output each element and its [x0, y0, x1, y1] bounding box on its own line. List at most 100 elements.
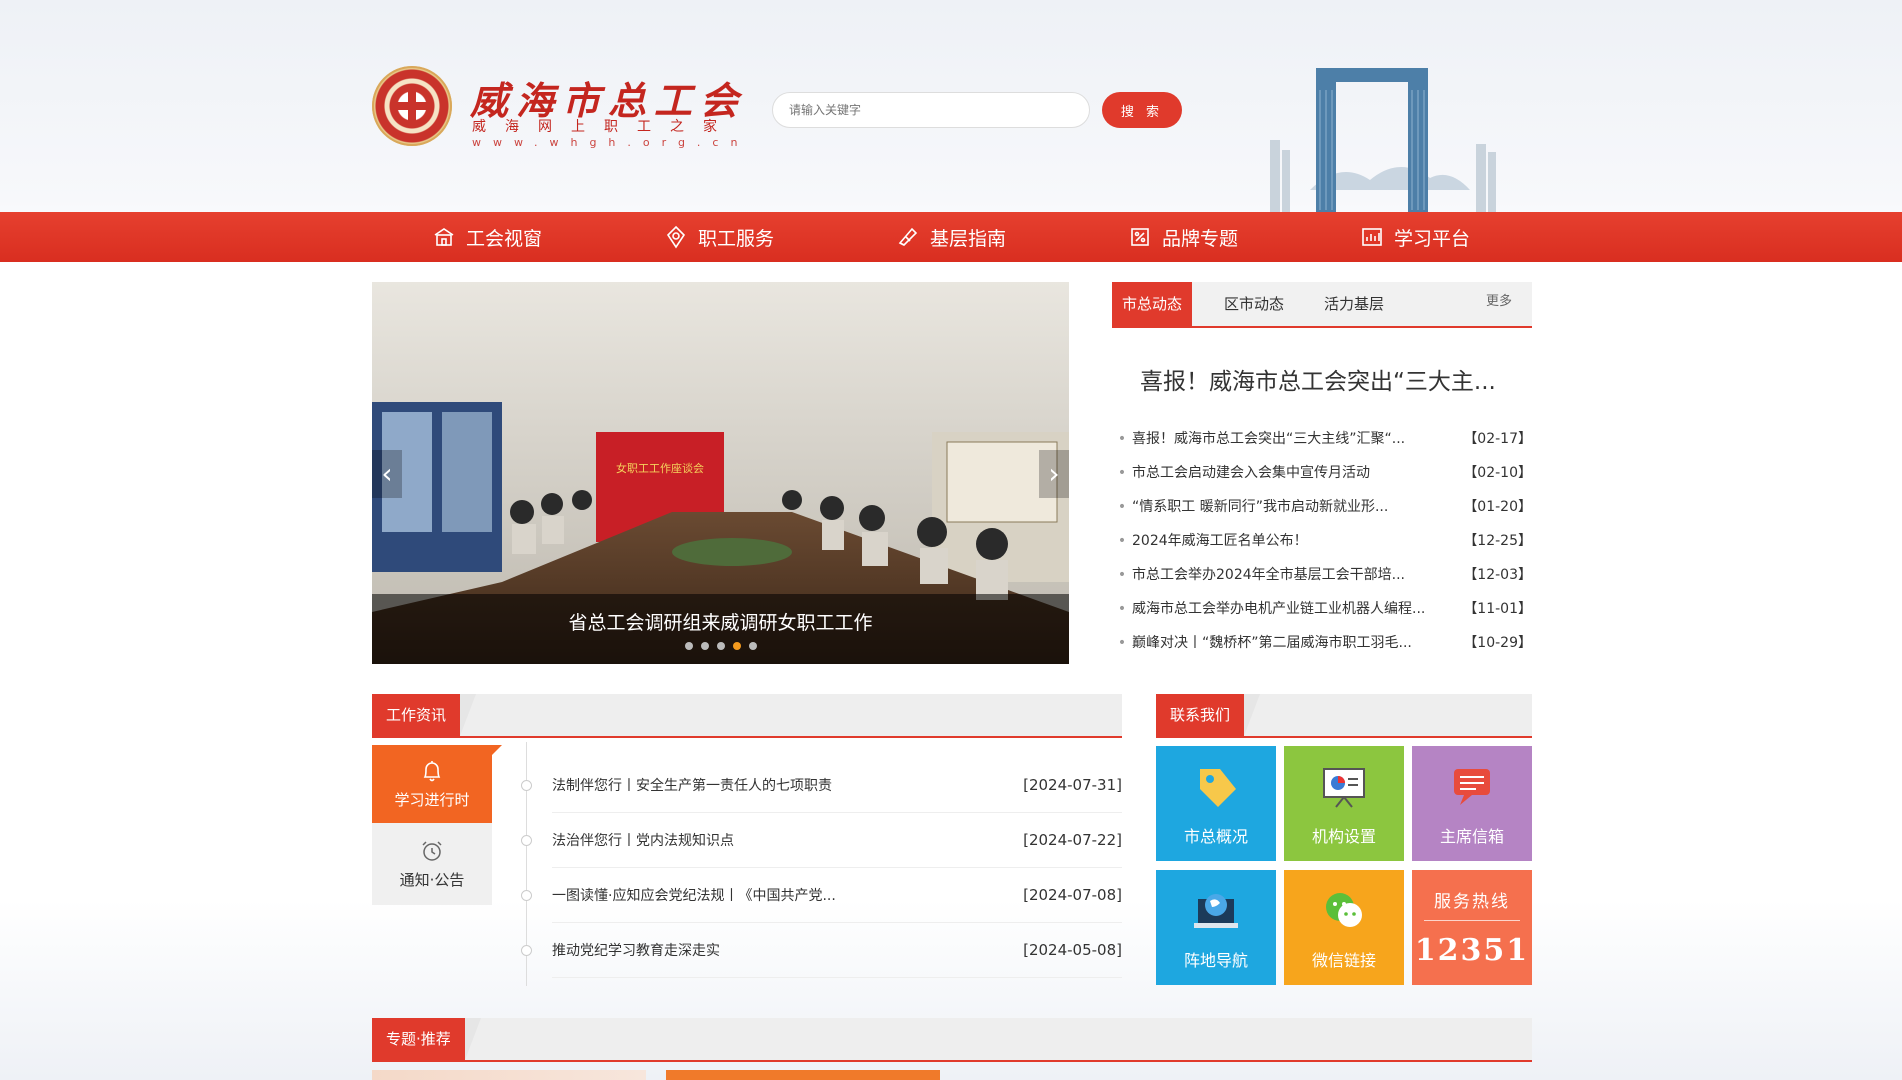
logo-url: www.whgh.org.cn: [472, 136, 750, 149]
tile-wechat-link[interactable]: 微信链接: [1284, 870, 1404, 985]
tab-grassroots-news[interactable]: 活力基层: [1324, 282, 1384, 326]
carousel-dot[interactable]: [700, 642, 709, 650]
work-title: 法治伴您行丨党内法规知识点: [552, 833, 734, 849]
section-title[interactable]: 工作资讯: [372, 694, 477, 736]
chat-icon: [1454, 769, 1490, 805]
banner-sign-text: 女职工工作座谈会: [616, 461, 704, 475]
union-emblem-logo[interactable]: [372, 66, 452, 146]
carousel-indicators: [372, 642, 1069, 650]
hotline-number: 12351: [1414, 933, 1530, 968]
side-label: 学习进行时: [394, 790, 470, 809]
list-item[interactable]: 法治伴您行丨党内法规知识点 [2024-07-22]: [521, 813, 1122, 868]
city-gate-skyline-illustration: [1270, 68, 1496, 212]
carousel-dot-active[interactable]: [732, 642, 741, 650]
nav-label: 基层指南: [930, 227, 1007, 250]
news-title: “情系职工 暖新同行”我市启动新就业形...: [1132, 499, 1389, 515]
banner-caption[interactable]: 省总工会调研组来威调研女职工工作: [372, 608, 1069, 635]
work-news-sidebar: 学习进行时 通知·公告: [372, 745, 502, 905]
building-icon: [434, 228, 454, 246]
tile-venue-navigation[interactable]: 阵地导航: [1156, 870, 1276, 985]
nav-label: 工会视窗: [466, 227, 543, 250]
carousel-dot[interactable]: [684, 642, 693, 650]
search-input[interactable]: [772, 92, 1090, 128]
tab-district-news[interactable]: 区市动态: [1224, 282, 1284, 326]
carousel-dot[interactable]: [716, 642, 725, 650]
list-item[interactable]: 一图读懂·应知应会党纪法规丨《中国共产党... [2024-07-08]: [521, 868, 1122, 923]
nav-label: 职工服务: [698, 227, 775, 250]
news-title: 市总工会举办2024年全市基层工会干部培...: [1132, 567, 1405, 583]
list-item[interactable]: • 2024年威海工匠名单公布！ 【12-25】: [1112, 524, 1532, 558]
carousel-dot[interactable]: [748, 642, 757, 650]
work-title: 一图读懂·应知应会党纪法规丨《中国共产党...: [552, 888, 836, 904]
tile-chairman-mailbox[interactable]: 主席信箱: [1412, 746, 1532, 861]
chart-icon: [1362, 228, 1382, 246]
tile-label: 市总概况: [1183, 827, 1248, 846]
alarm-clock-icon: [422, 840, 442, 861]
nav-item-union-window[interactable]: 工会视窗: [432, 212, 542, 262]
news-title: 喜报！威海市总工会突出“三大主线”汇聚“...: [1132, 431, 1406, 447]
tile-service-hotline[interactable]: 服务热线 12351: [1412, 870, 1532, 985]
list-item[interactable]: • “情系职工 暖新同行”我市启动新就业形... 【01-20】: [1112, 490, 1532, 524]
news-carousel[interactable]: 女职工工作座谈会 省总工会调研组来威调研女职工工作 ‹ ›: [372, 282, 1069, 664]
list-item[interactable]: • 威海市总工会举办电机产业链工业机器人编程... 【11-01】: [1112, 592, 1532, 626]
main-navigation: 工会视窗 职工服务 基层指南 品牌专题 学习平台: [0, 212, 1902, 262]
contact-header: 联系我们: [1156, 694, 1532, 738]
news-date: 【12-25】: [1463, 533, 1532, 549]
more-link[interactable]: 更多: [1486, 282, 1512, 322]
work-title: 推动党纪学习教育走深走实: [552, 943, 720, 959]
tile-label: 机构设置: [1311, 827, 1376, 846]
nav-item-grassroots-guide[interactable]: 基层指南: [896, 212, 1006, 262]
nav-item-learning-platform[interactable]: 学习平台: [1360, 212, 1470, 262]
work-title: 法制伴您行丨安全生产第一责任人的七项职责: [552, 778, 832, 794]
presentation-icon: [1323, 768, 1365, 808]
nav-item-worker-services[interactable]: 职工服务: [664, 212, 774, 262]
search-button[interactable]: 搜 索: [1102, 92, 1182, 128]
headline-link[interactable]: 喜报！威海市总工会突出“三大主...: [1140, 362, 1496, 396]
globe-laptop-icon: [1194, 894, 1238, 928]
news-date: 【02-17】: [1463, 431, 1532, 447]
news-tabs: 市总动态 区市动态 活力基层 更多: [1112, 282, 1532, 328]
list-item[interactable]: • 喜报！威海市总工会突出“三大主线”汇聚“... 【02-17】: [1112, 422, 1532, 456]
list-item[interactable]: • 市总工会启动建会入会集中宣传月活动 【02-10】: [1112, 456, 1532, 490]
news-panel: 市总动态 区市动态 活力基层 更多 喜报！威海市总工会突出“三大主... • 喜报…: [1112, 282, 1532, 672]
news-date: 【10-29】: [1463, 635, 1532, 651]
site-header: 威海市总工会 威海网上职工之家 www.whgh.org.cn 搜 索: [0, 0, 1902, 212]
section-title[interactable]: 联系我们: [1156, 694, 1261, 736]
topic-thumbnail[interactable]: [372, 1070, 646, 1080]
section-title[interactable]: 专题·推荐: [372, 1018, 481, 1060]
topic-thumbnail[interactable]: [666, 1070, 940, 1080]
work-date: [2024-07-22]: [1023, 831, 1122, 849]
list-item[interactable]: • 巅峰对决丨“魏桥杯”第二届威海市职工羽毛... 【10-29】: [1112, 626, 1532, 660]
news-title: 威海市总工会举办电机产业链工业机器人编程...: [1132, 601, 1426, 617]
list-item[interactable]: 法制伴您行丨安全生产第一责任人的七项职责 [2024-07-31]: [521, 758, 1122, 813]
tile-label: 主席信箱: [1439, 827, 1504, 846]
nav-item-brand-topics[interactable]: 品牌专题: [1128, 212, 1238, 262]
tile-label: 阵地导航: [1183, 951, 1248, 970]
tile-organization[interactable]: 机构设置: [1284, 746, 1404, 861]
tab-study[interactable]: 学习进行时: [372, 745, 502, 823]
side-label: 通知·公告: [399, 870, 465, 889]
ticket-icon: [1131, 228, 1149, 246]
book-icon: [898, 227, 918, 246]
carousel-next-button[interactable]: ›: [1039, 450, 1069, 498]
hotline-label: 服务热线: [1424, 887, 1520, 921]
work-news-header: 工作资讯: [372, 694, 1122, 738]
news-title: 市总工会启动建会入会集中宣传月活动: [1132, 465, 1370, 481]
tag-icon: [1200, 769, 1236, 807]
list-item[interactable]: • 市总工会举办2024年全市基层工会干部培... 【12-03】: [1112, 558, 1532, 592]
tab-city-news[interactable]: 市总动态: [1112, 282, 1193, 326]
wechat-icon: [1326, 893, 1362, 927]
nav-label: 品牌专题: [1162, 227, 1239, 250]
work-news-list: 法制伴您行丨安全生产第一责任人的七项职责 [2024-07-31] 法治伴您行丨党…: [521, 758, 1122, 978]
news-title: 巅峰对决丨“魏桥杯”第二届威海市职工羽毛...: [1132, 635, 1412, 651]
news-date: 【01-20】: [1463, 499, 1532, 515]
news-title: 2024年威海工匠名单公布！: [1132, 533, 1308, 549]
news-date: 【02-10】: [1463, 465, 1532, 481]
list-item[interactable]: 推动党纪学习教育走深走实 [2024-05-08]: [521, 923, 1122, 978]
tile-city-overview[interactable]: 市总概况: [1156, 746, 1276, 861]
carousel-prev-button[interactable]: ‹: [372, 450, 402, 498]
tile-label: 微信链接: [1311, 951, 1376, 970]
badge-icon: [666, 225, 686, 249]
tab-notices[interactable]: 通知·公告: [372, 823, 492, 905]
work-date: [2024-05-08]: [1023, 941, 1122, 959]
